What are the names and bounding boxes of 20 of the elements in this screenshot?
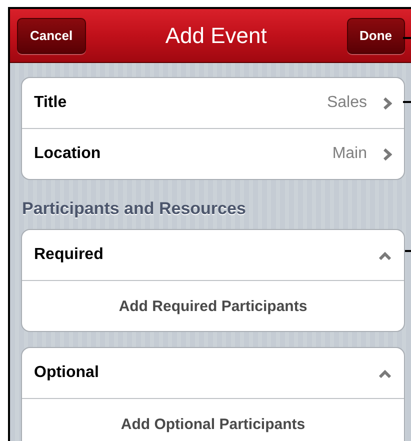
group-header-row[interactable]: Required xyxy=(22,230,404,280)
field-label: Title xyxy=(34,94,68,112)
group-header-row[interactable]: Optional xyxy=(22,348,404,398)
detail-row[interactable]: Location Main xyxy=(22,128,404,179)
caret-up-icon xyxy=(378,368,392,378)
group-label: Optional xyxy=(34,364,100,382)
field-value: Sales xyxy=(326,94,367,112)
group-label: Required xyxy=(34,246,104,264)
add-participants-button[interactable]: Add Required Participants xyxy=(34,298,392,314)
add-participants-button[interactable]: Add Optional Participants xyxy=(34,416,392,432)
caret-up-icon xyxy=(378,250,392,260)
field-label: Location xyxy=(34,145,102,163)
screen-title: Add Event xyxy=(165,22,267,48)
cancel-button[interactable]: Cancel xyxy=(17,18,86,54)
section-header: Participants and Resources xyxy=(21,198,247,220)
field-value: Main xyxy=(332,145,367,163)
done-button[interactable]: Done xyxy=(346,18,405,54)
detail-row[interactable]: Title Sales xyxy=(22,78,404,128)
chevron-right-icon xyxy=(383,96,392,110)
chevron-right-icon xyxy=(383,148,392,160)
